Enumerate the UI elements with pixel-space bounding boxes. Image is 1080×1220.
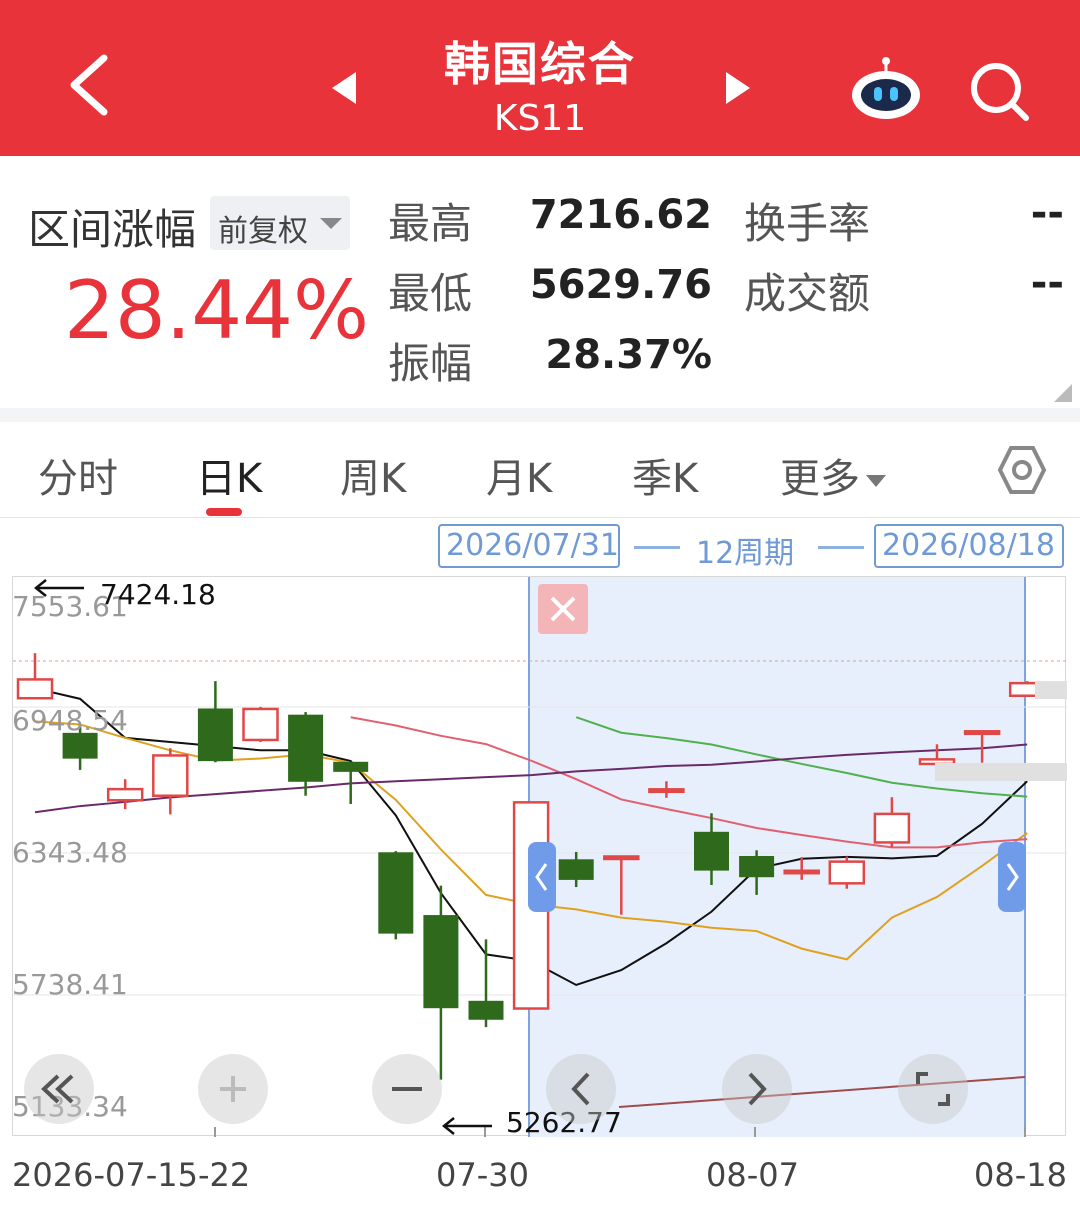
jump-start-button[interactable] — [24, 1054, 94, 1124]
range-left-handle[interactable] — [528, 842, 556, 912]
candle-body — [378, 852, 414, 934]
caret-down-icon — [866, 475, 886, 487]
price-flag — [1035, 681, 1067, 699]
range-change-label: 区间涨幅 — [28, 205, 197, 254]
candle-body — [648, 788, 685, 794]
range-right-handle[interactable] — [998, 842, 1026, 912]
tab-daily-k[interactable]: 日K — [196, 446, 263, 516]
adjust-dropdown[interactable]: 前复权 — [210, 196, 350, 250]
candle-body — [694, 831, 729, 871]
period-dash — [634, 546, 680, 549]
period-selector: 2026/07/31 12周期 2026/08/18 — [0, 520, 1080, 576]
candle-body — [242, 707, 279, 742]
fullscreen-icon — [916, 1072, 950, 1106]
low-value: 5629.76 — [529, 262, 712, 308]
price-flag — [935, 763, 1067, 781]
start-date-box[interactable]: 2026/07/31 — [438, 524, 620, 568]
chevron-right-icon — [748, 1072, 767, 1106]
candle-body — [603, 855, 640, 861]
amplitude-value: 28.37% — [545, 332, 712, 378]
candle-body — [16, 678, 54, 700]
expand-corner-icon[interactable] — [1054, 384, 1072, 402]
fullscreen-button[interactable] — [898, 1054, 968, 1124]
tab-quarterly-k[interactable]: 季K — [632, 446, 698, 504]
plus-icon — [220, 1076, 246, 1102]
tab-monthly-k[interactable]: 月K — [486, 446, 552, 504]
candle-body — [739, 855, 775, 878]
volume-value: -- — [1030, 260, 1064, 306]
tab-intraday[interactable]: 分时 — [38, 446, 118, 504]
next-stock-icon[interactable] — [722, 70, 752, 106]
max-price-marker: 7424.18 — [100, 578, 216, 611]
period-dash — [818, 546, 864, 549]
candle-body — [468, 1000, 504, 1020]
zoom-out-button[interactable] — [372, 1054, 442, 1124]
candle-body — [828, 860, 866, 885]
turnover-label: 换手率 — [744, 199, 871, 248]
turnover-value: -- — [1030, 190, 1064, 236]
y-tick-label: 6948.54 — [12, 704, 128, 737]
y-tick-label: 5738.41 — [12, 968, 128, 1001]
chevron-right-icon — [1006, 863, 1019, 891]
scroll-right-button[interactable] — [722, 1054, 792, 1124]
candle-body — [558, 859, 594, 880]
active-tab-indicator — [206, 508, 242, 516]
candle-body — [963, 730, 1001, 736]
tab-label: 月K — [486, 456, 553, 502]
assistant-robot-icon[interactable] — [848, 55, 924, 121]
double-chevron-left-icon — [41, 1074, 74, 1104]
min-arrow-icon — [441, 1117, 492, 1135]
tab-weekly-k[interactable]: 周K — [340, 446, 406, 504]
candle-body — [423, 915, 459, 1009]
candle-body — [197, 708, 233, 762]
chevron-left-icon — [535, 863, 548, 891]
tab-label: 更多 — [780, 456, 860, 502]
candle-body — [152, 754, 189, 797]
app-root: 韩国综合 KS11 区间涨幅 前复权 28.44% 最高 7216.62 最低 … — [0, 0, 1080, 1220]
max-arrow-icon — [33, 579, 84, 597]
candle-body — [62, 732, 98, 759]
tab-more[interactable]: 更多 — [780, 446, 886, 504]
amplitude-label: 振幅 — [388, 339, 473, 388]
scroll-left-button[interactable] — [546, 1054, 616, 1124]
period-count: 12周期 — [696, 536, 795, 571]
candle-body — [783, 869, 820, 875]
x-tick-label: 08-18 — [974, 1156, 1067, 1194]
end-date-box[interactable]: 2026/08/18 — [874, 524, 1064, 568]
chevron-down-icon — [320, 218, 342, 229]
settings-hexagon-icon[interactable] — [996, 444, 1048, 496]
tab-label: 周K — [340, 456, 407, 502]
volume-label: 成交额 — [744, 269, 871, 318]
tab-label: 分时 — [38, 456, 118, 502]
high-value: 7216.62 — [529, 192, 712, 238]
range-change-value: 28.44% — [64, 264, 370, 357]
x-tick-label: 08-07 — [706, 1156, 799, 1194]
chevron-left-icon — [571, 1072, 590, 1106]
header-bar: 韩国综合 KS11 — [0, 0, 1080, 156]
candle-body — [333, 761, 369, 772]
minus-icon — [392, 1087, 422, 1091]
close-icon — [550, 596, 576, 622]
x-tick-label: 07-30 — [436, 1156, 529, 1194]
candle-body — [106, 787, 144, 802]
search-icon[interactable] — [966, 58, 1032, 124]
x-tick-label: 2026-07-15-22 — [12, 1156, 251, 1194]
candle-body — [288, 714, 324, 782]
close-range-button[interactable] — [538, 584, 588, 634]
low-label: 最低 — [388, 269, 473, 318]
tab-label: 日K — [196, 456, 263, 502]
high-label: 最高 — [388, 199, 473, 248]
period-tabs: 分时 日K 周K 月K 季K 更多 — [0, 422, 1080, 518]
section-divider — [0, 408, 1080, 422]
adjust-dropdown-label: 前复权 — [218, 214, 308, 249]
stats-panel: 区间涨幅 前复权 28.44% 最高 7216.62 最低 5629.76 振幅… — [0, 156, 1080, 408]
zoom-in-button[interactable] — [198, 1054, 268, 1124]
tab-label: 季K — [632, 456, 699, 502]
candle-body — [873, 812, 911, 844]
y-tick-label: 6343.48 — [12, 836, 128, 869]
